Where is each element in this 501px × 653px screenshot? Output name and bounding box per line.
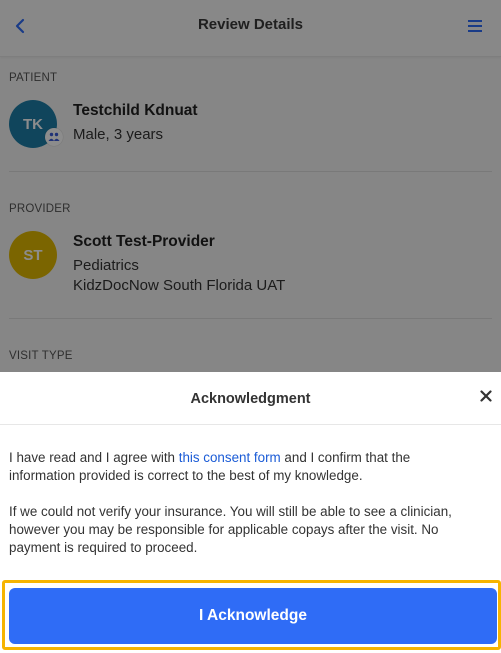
insurance-paragraph: If we could not verify your insurance. Y… xyxy=(9,504,452,555)
consent-form-link[interactable]: this consent form xyxy=(179,450,281,465)
close-icon xyxy=(480,390,492,402)
modal-title: Acknowledgment xyxy=(190,391,311,407)
close-button[interactable] xyxy=(478,388,494,404)
consent-text-before: I have read and I agree with xyxy=(9,450,179,465)
acknowledge-button[interactable]: I Acknowledge xyxy=(9,588,497,644)
modal-divider xyxy=(0,424,501,425)
acknowledgment-modal: Acknowledgment I have read and I agree w… xyxy=(0,372,501,653)
consent-paragraph: I have read and I agree with this consen… xyxy=(9,449,479,485)
